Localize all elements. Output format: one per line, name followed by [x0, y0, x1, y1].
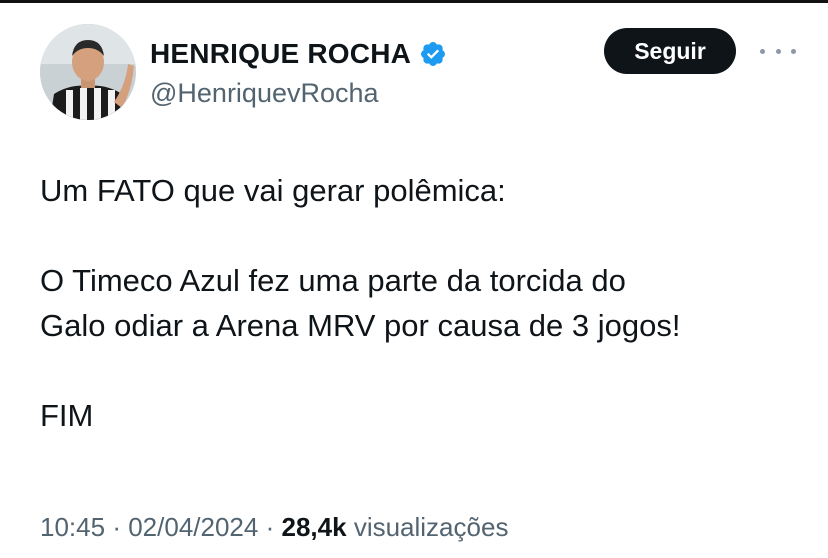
more-options-icon[interactable]	[760, 36, 796, 66]
tweet-line: O Timeco Azul fez uma parte da torcida d…	[40, 263, 626, 298]
dot	[791, 48, 796, 54]
views-count: 28,4k	[281, 512, 347, 542]
views-label: visualizações	[353, 512, 509, 542]
follow-button[interactable]: Seguir	[604, 28, 736, 74]
user-handle[interactable]: @HenriquevRocha	[150, 78, 379, 109]
tweet-line: Galo odiar a Arena MRV por causa de 3 jo…	[40, 308, 681, 343]
tweet-time[interactable]: 10:45	[40, 512, 105, 542]
tweet-header: HENRIQUE ROCHA @HenriquevRocha Seguir	[40, 24, 800, 124]
verified-badge-icon	[419, 40, 447, 68]
tweet-date[interactable]: 02/04/2024	[128, 512, 258, 542]
dot	[760, 48, 765, 54]
avatar-image	[40, 24, 136, 120]
tweet-text: Um FATO que vai gerar polêmica: O Timeco…	[40, 168, 800, 438]
name-row: HENRIQUE ROCHA	[150, 34, 447, 74]
display-name[interactable]: HENRIQUE ROCHA	[150, 38, 411, 70]
dot	[775, 48, 781, 54]
tweet-line: Um FATO que vai gerar polêmica:	[40, 173, 506, 208]
meta-separator: ·	[265, 512, 275, 542]
top-divider	[0, 0, 828, 3]
avatar[interactable]	[40, 24, 136, 120]
tweet-meta: 10:45 · 02/04/2024 · 28,4k visualizações	[40, 512, 508, 543]
tweet-line: FIM	[40, 398, 94, 433]
meta-separator: ·	[112, 512, 121, 542]
